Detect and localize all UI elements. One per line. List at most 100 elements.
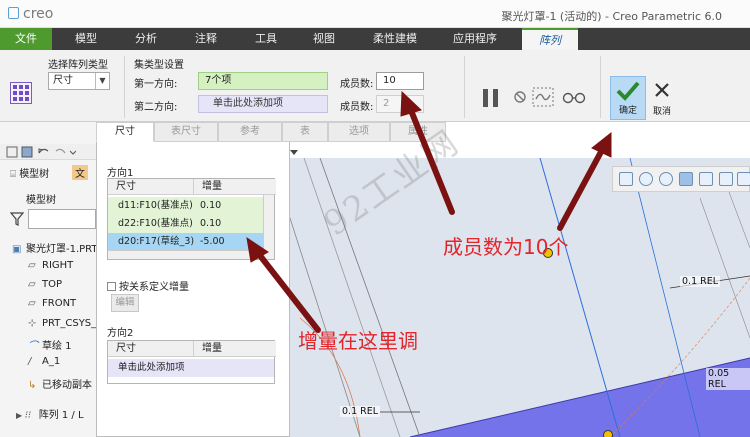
first-direction-collector[interactable]: 7个项 <box>198 72 328 90</box>
tree-item-axis[interactable]: / A_1 <box>28 356 60 367</box>
filter-icon[interactable] <box>10 212 24 226</box>
verify-preview-icon[interactable] <box>532 87 554 107</box>
edit-button[interactable]: 编辑 <box>111 294 139 312</box>
tree-item-top[interactable]: ▱ TOP <box>28 279 62 290</box>
tab-dimensions[interactable]: 尺寸 <box>96 122 154 142</box>
model-tree-title: 模型树 <box>26 195 56 206</box>
increment-cell[interactable]: -5.00 <box>200 233 225 251</box>
zoom-out-icon[interactable] <box>659 172 673 186</box>
checkbox-label: 按关系定义增量 <box>119 282 189 293</box>
tab-pattern[interactable]: 阵列 <box>522 28 578 50</box>
tab-annotate[interactable]: 注释 <box>186 28 226 50</box>
chevron-down-icon[interactable]: ▼ <box>95 73 109 89</box>
repaint-icon[interactable] <box>679 172 693 186</box>
dimension-label[interactable]: 0.05 REL <box>706 368 750 390</box>
table-row[interactable]: d22:F10(基准点) 0.10 <box>108 215 264 233</box>
direction2-title: 方向2 <box>107 328 134 339</box>
ok-button-label: 确定 <box>618 106 637 116</box>
tab-model[interactable]: 模型 <box>66 28 106 50</box>
display-style-icon[interactable] <box>699 172 713 186</box>
view-manager-icon[interactable] <box>737 172 750 186</box>
increment-cell[interactable]: 0.10 <box>200 215 221 233</box>
zoom-fit-icon[interactable] <box>619 172 633 186</box>
pattern-type-label: 选择阵列类型 <box>48 60 108 71</box>
pattern-grid-icon <box>10 82 32 104</box>
tree-item-part[interactable]: ▣ 聚光灯罩-1.PRT <box>12 240 98 255</box>
tree-item-moved-copy[interactable]: ↳ 已移动副本 <box>28 376 92 391</box>
tab-table-dimensions[interactable]: 表尺寸 <box>154 122 218 142</box>
dimension-cell: d20:F17(草绘_3) <box>118 236 195 247</box>
pattern-icon: ⁝⁝ <box>24 410 32 421</box>
ribbon-divider <box>124 56 125 118</box>
table-row[interactable]: d11:F10(基准点) 0.10 <box>108 197 264 215</box>
tab-view[interactable]: 视图 <box>304 28 344 50</box>
checkbox-box[interactable] <box>107 282 116 291</box>
expand-icon[interactable]: ▶ <box>16 411 25 420</box>
member-count-input-2[interactable]: 2 <box>376 95 424 113</box>
saved-orientations-icon[interactable] <box>719 172 733 186</box>
member-count-input-1[interactable]: 10 <box>376 72 424 90</box>
annotation-increment: 增量在这里调 <box>298 329 418 353</box>
tree-item-label: 草绘 1 <box>42 341 72 352</box>
close-icon <box>655 83 669 97</box>
tab-model-tree[interactable]: ⌸ 模型树 <box>10 165 49 180</box>
tree-item-label: FRONT <box>42 298 77 309</box>
horizontal-scrollbar[interactable] <box>108 250 264 259</box>
cancel-button[interactable]: 取消 <box>648 76 676 120</box>
tab-tools[interactable]: 工具 <box>246 28 286 50</box>
part-icon: ▣ <box>12 244 22 255</box>
dashboard-tabs: 尺寸 表尺寸 参考 表 选项 属性 <box>96 122 446 142</box>
tab-options[interactable]: 选项 <box>328 122 390 142</box>
tab-file[interactable]: 文件 <box>0 28 52 50</box>
ribbon-tab-bar: 文件 模型 分析 注释 工具 视图 柔性建模 应用程序 阵列 <box>0 28 750 50</box>
moved-copy-icon: ↳ <box>28 380 37 391</box>
tab-references[interactable]: 参考 <box>218 122 282 142</box>
tree-item-csys[interactable]: ⊹ PRT_CSYS_ <box>28 318 96 329</box>
pattern-type-select[interactable]: 尺寸 ▼ <box>48 72 110 90</box>
tree-item-label: 已移动副本 <box>42 380 92 391</box>
column-header-increment: 增量 <box>194 179 276 195</box>
tab-flexible-modeling[interactable]: 柔性建模 <box>366 28 424 50</box>
dimension-label[interactable]: 0.1 REL <box>680 276 721 287</box>
tab-analysis[interactable]: 分析 <box>126 28 166 50</box>
dimension-label[interactable]: 0.1 REL <box>340 406 381 417</box>
second-direction-collector[interactable]: 单击此处添加项 <box>198 95 328 113</box>
table-row-selected[interactable]: d20:F17(草绘_3) -5.00 <box>108 233 264 251</box>
pause-icon[interactable] <box>482 88 500 108</box>
pattern-ribbon: 选择阵列类型 尺寸 ▼ 集类型设置 第一方向: 7个项 第二方向: 单击此处添加… <box>0 50 750 122</box>
dimension-cell: d11:F10(基准点) <box>118 200 193 211</box>
ok-button[interactable]: 确定 <box>610 76 646 120</box>
add-item-row[interactable]: 单击此处添加项 <box>108 359 274 377</box>
stop-preview-icon[interactable] <box>514 91 526 103</box>
member-count-label-2: 成员数: <box>340 102 374 113</box>
tree-icon: ⌸ <box>10 169 16 180</box>
tree-item-label: PRT_CSYS_ <box>42 318 97 329</box>
increment-cell[interactable]: 0.10 <box>200 197 221 215</box>
tree-item-pattern[interactable]: ▶ ⁝⁝ 阵列 1 / L <box>16 406 84 421</box>
tab-tables[interactable]: 表 <box>282 122 328 142</box>
tree-item-sketch[interactable]: ⌒ 草绘 1 <box>28 337 72 352</box>
toolbar-dropdown-icon[interactable] <box>290 148 298 156</box>
tree-item-label: RIGHT <box>42 260 74 271</box>
csys-icon: ⊹ <box>28 318 37 329</box>
creo-logo: creo <box>8 6 53 22</box>
zoom-in-icon[interactable] <box>639 172 653 186</box>
creo-logo-icon <box>8 7 19 19</box>
tree-search-input[interactable] <box>28 209 96 229</box>
vertical-scrollbar[interactable] <box>263 195 274 259</box>
column-header-dimension: 尺寸 <box>108 341 194 357</box>
tab-applications[interactable]: 应用程序 <box>446 28 504 50</box>
tree-item-label: A_1 <box>42 356 61 367</box>
sketch-icon: ⌒ <box>28 341 38 352</box>
dimensions-panel: 方向1 尺寸 增量 d11:F10(基准点) 0.10 d22:F10(基准点)… <box>96 142 290 437</box>
axis-icon: / <box>28 356 32 367</box>
tab-folder-browser[interactable]: 文 <box>72 165 88 180</box>
tree-item-right[interactable]: ▱ RIGHT <box>28 260 73 271</box>
tree-item-label: TOP <box>42 279 63 290</box>
tree-item-label: 阵列 1 / L <box>38 410 84 421</box>
datum-plane-icon: ▱ <box>28 298 36 309</box>
define-increment-by-relation-checkbox[interactable]: 按关系定义增量 <box>107 278 189 293</box>
tree-item-front[interactable]: ▱ FRONT <box>28 298 76 309</box>
glasses-icon[interactable] <box>562 90 586 104</box>
datum-plane-icon: ▱ <box>28 279 36 290</box>
